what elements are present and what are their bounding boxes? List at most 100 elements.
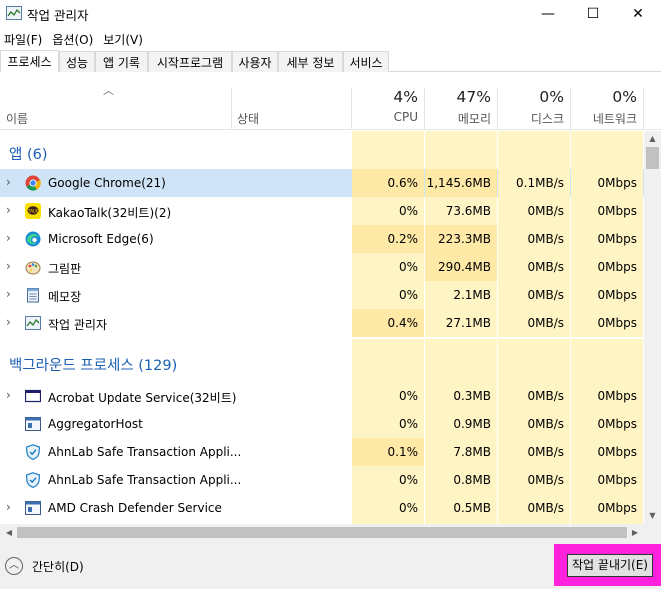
column-header: ︿ 이름 상태 4% CPU 47% 메모리 0% 디스크 0% 네트워크 xyxy=(0,72,661,130)
process-row[interactable]: 0.4% 27.1MB 0MB/s 0Mbps › 작업 관리자 xyxy=(0,309,644,337)
value-mem: 0.8MB xyxy=(453,473,491,487)
task-manager-icon xyxy=(25,315,41,331)
value-disk: 0MB/s xyxy=(527,316,564,330)
process-list: 앱 (6) 0.6% 1,145.6MB 0.1MB/s 0Mbps › Google Ch… xyxy=(0,131,644,524)
menu-bar: 파일(F) 옵션(O) 보기(V) xyxy=(0,28,661,50)
process-row[interactable]: 0.1% 7.8MB 0MB/s 0Mbps AhnLab Safe Transacti… xyxy=(0,438,644,466)
kakaotalk-icon: TALK xyxy=(25,203,41,219)
value-cpu: 0% xyxy=(398,417,418,431)
column-name[interactable]: 이름 xyxy=(6,110,28,127)
menu-view[interactable]: 보기(V) xyxy=(99,28,149,50)
process-row[interactable]: 0% 0.5MB 0MB/s 0Mbps › AMD Crash Defender Ser… xyxy=(0,494,644,522)
chevron-right-icon[interactable]: › xyxy=(6,203,11,217)
close-button[interactable]: ✕ xyxy=(615,0,661,28)
value-net: 0Mbps xyxy=(597,417,637,431)
service-icon xyxy=(25,500,41,516)
ahnlab-shield-icon xyxy=(25,472,41,489)
value-disk: 0MB/s xyxy=(527,288,564,302)
window-title: 작업 관리자 xyxy=(27,8,89,23)
task-manager-app-icon xyxy=(6,6,22,20)
process-row[interactable]: 0% 290.4MB 0MB/s 0Mbps › 그림판 xyxy=(0,253,644,281)
value-disk: 0MB/s xyxy=(527,417,564,431)
end-task-button[interactable]: 작업 끝내기(E) xyxy=(567,554,653,577)
value-net: 0Mbps xyxy=(597,316,637,330)
value-mem: 27.1MB xyxy=(445,316,491,330)
tab-services[interactable]: 서비스 xyxy=(343,51,389,72)
value-net: 0Mbps xyxy=(597,473,637,487)
column-status[interactable]: 상태 xyxy=(237,110,259,127)
heat-cell xyxy=(352,131,424,174)
network-percent[interactable]: 0% xyxy=(571,88,637,106)
cpu-percent[interactable]: 4% xyxy=(352,88,418,106)
tab-app-history[interactable]: 앱 기록 xyxy=(95,51,148,72)
chevron-right-icon[interactable]: › xyxy=(6,231,11,245)
column-disk[interactable]: 디스크 xyxy=(498,110,564,127)
maximize-button[interactable]: ☐ xyxy=(570,0,616,28)
tab-performance[interactable]: 성능 xyxy=(59,51,95,72)
fewer-details-link[interactable]: 간단히(D) xyxy=(32,558,84,575)
value-cpu: 0% xyxy=(398,389,418,403)
heat-cell xyxy=(352,339,424,382)
tab-processes[interactable]: 프로세스 xyxy=(0,50,59,72)
chevron-right-icon[interactable]: › xyxy=(6,175,11,189)
chevron-up-icon[interactable]: ︿ xyxy=(5,557,23,575)
process-row[interactable]: 0% 73.6MB 0MB/s 0Mbps › TALK KakaoTalk(32비트)(2… xyxy=(0,197,644,225)
value-mem: 223.3MB xyxy=(438,232,491,246)
process-row[interactable]: 0.6% 1,145.6MB 0.1MB/s 0Mbps › Google Chrome(… xyxy=(0,169,644,197)
chevron-right-icon[interactable]: › xyxy=(6,388,11,402)
scroll-down-icon[interactable]: ▼ xyxy=(644,508,661,524)
scroll-left-icon[interactable]: ◀ xyxy=(2,524,16,541)
service-icon xyxy=(25,416,41,432)
value-disk: 0.1MB/s xyxy=(516,176,564,190)
process-name: AggregatorHost xyxy=(48,417,143,431)
chevron-right-icon[interactable]: › xyxy=(6,315,11,329)
chevron-right-icon[interactable]: › xyxy=(6,500,11,514)
minimize-button[interactable]: — xyxy=(525,0,571,28)
chevron-right-icon[interactable]: › xyxy=(6,287,11,301)
vertical-scrollbar[interactable]: ▲ ▼ xyxy=(644,131,661,524)
column-divider[interactable] xyxy=(231,88,232,130)
menu-options[interactable]: 옵션(O) xyxy=(48,28,99,50)
column-cpu[interactable]: CPU xyxy=(352,110,418,124)
group-header[interactable]: 백그라운드 프로세스 (129) xyxy=(0,339,644,382)
value-mem: 7.8MB xyxy=(453,445,491,459)
process-name: 메모장 xyxy=(48,290,82,304)
value-cpu: 0.1% xyxy=(387,445,419,459)
vertical-scroll-thumb[interactable] xyxy=(646,147,659,169)
title-bar[interactable]: 작업 관리자 — ☐ ✕ xyxy=(0,0,661,28)
heat-cell xyxy=(498,339,570,382)
chevron-right-icon[interactable]: › xyxy=(6,259,11,273)
value-mem: 73.6MB xyxy=(445,204,491,218)
memory-percent[interactable]: 47% xyxy=(425,88,491,106)
value-cpu: 0.4% xyxy=(387,316,419,330)
value-net: 0Mbps xyxy=(597,176,637,190)
process-row[interactable]: 0% 2.1MB 0MB/s 0Mbps › 메모장 xyxy=(0,281,644,309)
column-memory[interactable]: 메모리 xyxy=(425,110,491,127)
heat-cell xyxy=(425,339,497,382)
tab-details[interactable]: 세부 정보 xyxy=(278,51,343,72)
horizontal-scrollbar[interactable]: ◀ ▶ xyxy=(0,524,661,541)
process-row[interactable]: 0% 0.9MB 0MB/s 0Mbps AggregatorHost xyxy=(0,410,644,438)
heat-cell xyxy=(498,131,570,174)
value-net: 0Mbps xyxy=(597,204,637,218)
disk-percent[interactable]: 0% xyxy=(498,88,564,106)
process-row[interactable]: 0% 0.8MB 0MB/s 0Mbps AhnLab Safe Transaction… xyxy=(0,466,644,494)
value-disk: 0MB/s xyxy=(527,260,564,274)
tab-users[interactable]: 사용자 xyxy=(232,51,278,72)
process-row[interactable]: 0% 0.3MB 0MB/s 0Mbps › Acrobat Update Service… xyxy=(0,382,644,410)
heat-cell xyxy=(425,131,497,174)
scroll-up-icon[interactable]: ▲ xyxy=(644,131,661,147)
horizontal-scroll-thumb[interactable] xyxy=(17,527,627,538)
value-mem: 2.1MB xyxy=(453,288,491,302)
menu-file[interactable]: 파일(F) xyxy=(0,28,48,50)
group-header[interactable]: 앱 (6) xyxy=(0,131,644,174)
column-network[interactable]: 네트워크 xyxy=(571,110,637,127)
value-disk: 0MB/s xyxy=(527,389,564,403)
tab-startup[interactable]: 시작프로그램 xyxy=(148,51,232,72)
process-row[interactable]: 0.2% 223.3MB 0MB/s 0Mbps › Microsoft Edge(6) xyxy=(0,225,644,253)
column-divider[interactable] xyxy=(643,88,644,130)
heat-cell xyxy=(571,131,643,174)
tab-bar: 프로세스 성능 앱 기록 시작프로그램 사용자 세부 정보 서비스 xyxy=(0,50,661,72)
scroll-right-icon[interactable]: ▶ xyxy=(628,524,642,541)
notepad-icon xyxy=(25,287,41,303)
